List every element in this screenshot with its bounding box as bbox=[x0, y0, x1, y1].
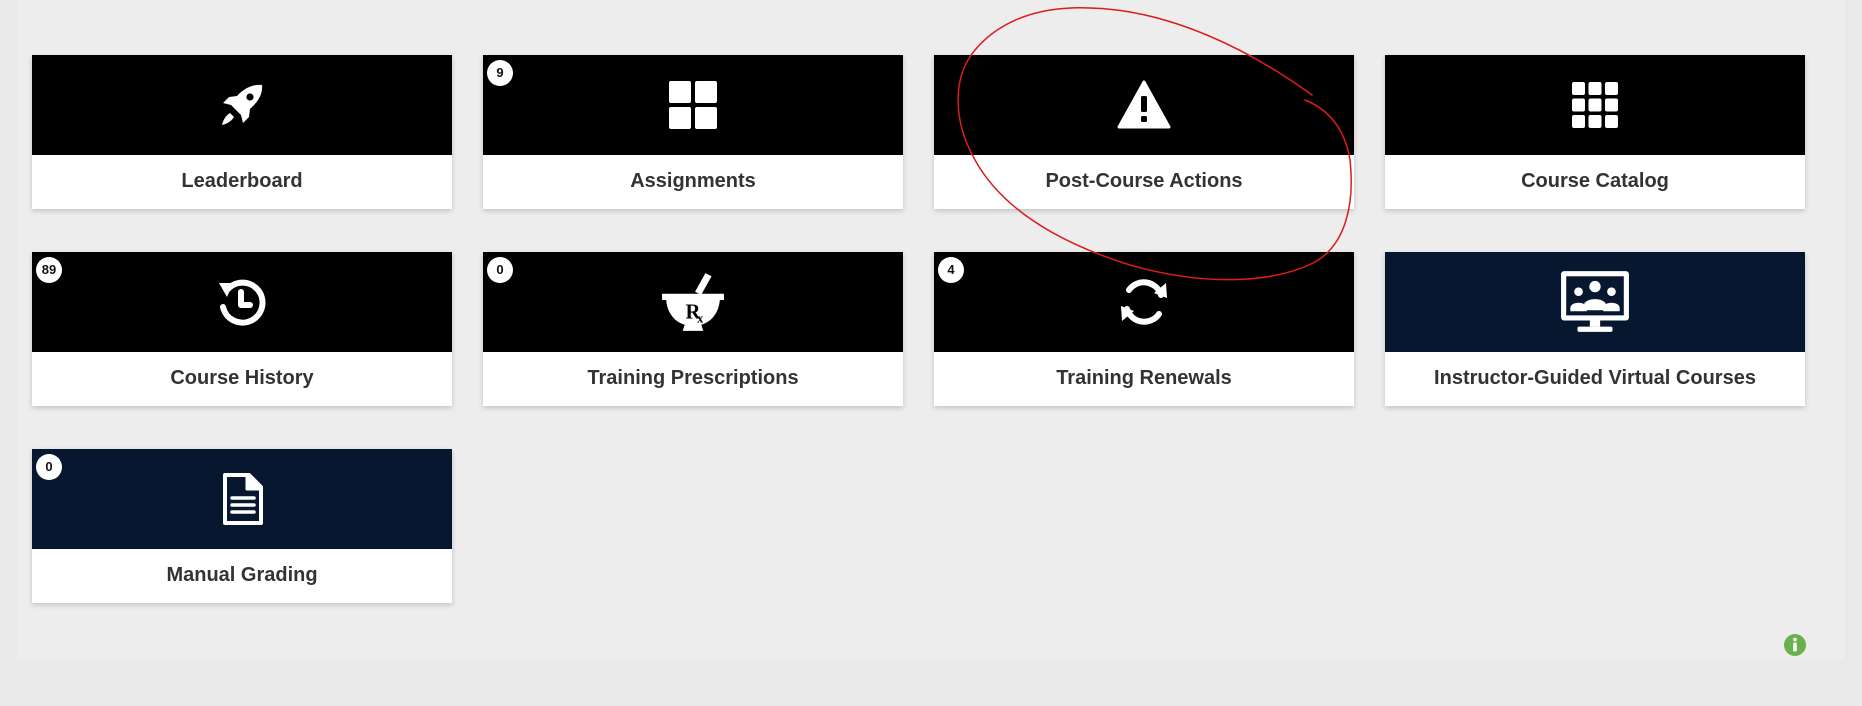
count-badge: 0 bbox=[36, 454, 62, 480]
tile-header: R x 0 bbox=[483, 252, 903, 352]
svg-text:x: x bbox=[697, 312, 704, 326]
tile-label: Post-Course Actions bbox=[1045, 170, 1243, 192]
tile-course-history[interactable]: 89 Course History bbox=[32, 252, 452, 406]
tile-label: Assignments bbox=[630, 170, 756, 192]
tile-label: Training Renewals bbox=[1056, 367, 1232, 389]
refresh-icon bbox=[1121, 279, 1167, 325]
warning-icon bbox=[1117, 80, 1171, 129]
tile-label: Course History bbox=[170, 367, 314, 389]
grid-icon bbox=[1572, 82, 1618, 128]
tile-label: Instructor-Guided Virtual Courses bbox=[1434, 367, 1756, 389]
tile-training-renewals[interactable]: 4 Training Renewals bbox=[934, 252, 1354, 406]
tile-label: Course Catalog bbox=[1521, 170, 1669, 192]
tile-instructor-guided-virtual-courses[interactable]: Instructor-Guided Virtual Courses bbox=[1385, 252, 1805, 406]
tile-header bbox=[32, 55, 452, 155]
tile-label: Training Prescriptions bbox=[587, 367, 799, 389]
tile-label: Manual Grading bbox=[166, 564, 318, 586]
history-icon bbox=[219, 279, 266, 326]
tile-header: 0 bbox=[32, 449, 452, 549]
count-badge: 9 bbox=[487, 60, 513, 86]
virtual-classroom-icon bbox=[1561, 271, 1629, 332]
info-circle-icon[interactable] bbox=[1783, 633, 1807, 657]
count-badge: 89 bbox=[36, 257, 62, 283]
document-icon bbox=[223, 473, 263, 525]
mortar-pestle-rx-icon: R x bbox=[662, 273, 724, 331]
tile-header bbox=[1385, 252, 1805, 352]
tile-label: Leaderboard bbox=[181, 170, 303, 192]
tile-post-course-actions[interactable]: Post-Course Actions bbox=[934, 55, 1354, 209]
tile-course-catalog[interactable]: Course Catalog bbox=[1385, 55, 1805, 209]
four-squares-icon bbox=[669, 81, 717, 129]
rocket-icon bbox=[222, 84, 263, 125]
count-badge: 0 bbox=[487, 257, 513, 283]
tile-header bbox=[934, 55, 1354, 155]
tile-manual-grading[interactable]: 0 Manual Grading bbox=[32, 449, 452, 603]
tile-leaderboard[interactable]: Leaderboard bbox=[32, 55, 452, 209]
tile-header: 4 bbox=[934, 252, 1354, 352]
tile-header: 89 bbox=[32, 252, 452, 352]
count-badge: 4 bbox=[938, 257, 964, 283]
tile-header: 9 bbox=[483, 55, 903, 155]
tile-header bbox=[1385, 55, 1805, 155]
tile-training-prescriptions[interactable]: R x 0 Training Prescriptions bbox=[483, 252, 903, 406]
tile-assignments[interactable]: 9 Assignments bbox=[483, 55, 903, 209]
